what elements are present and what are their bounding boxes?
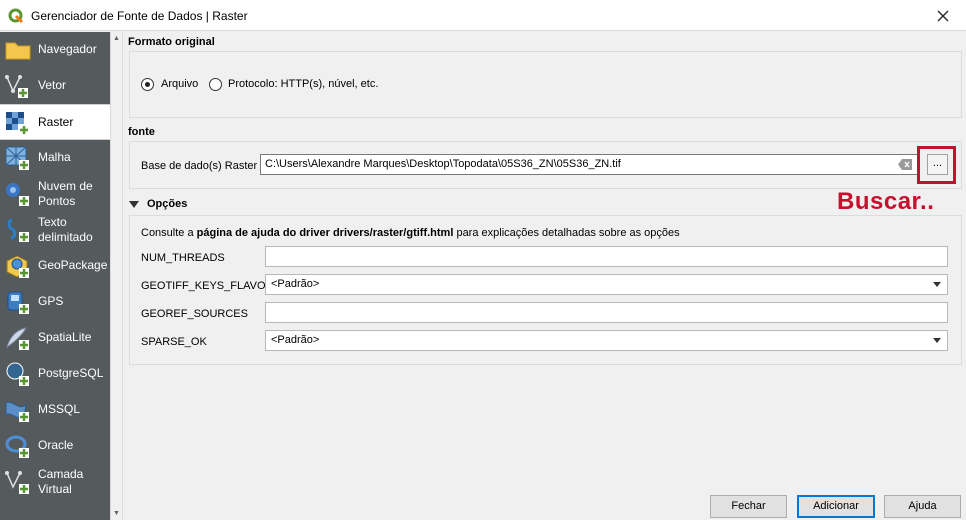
radio-protocol[interactable] — [209, 78, 222, 91]
sidebar-item-nuvem-de-pontos[interactable]: Nuvem de Pontos — [0, 176, 110, 212]
clear-input-icon[interactable] — [898, 159, 912, 170]
point-cloud-icon — [6, 183, 29, 206]
folder-icon — [5, 42, 31, 60]
num-threads-label: NUM_THREADS — [141, 252, 225, 264]
options-header[interactable]: Opções — [129, 198, 249, 212]
geopackage-icon — [6, 255, 29, 278]
sidebar-item-gps[interactable]: GPS — [0, 284, 110, 320]
postgresql-icon — [6, 362, 29, 386]
scroll-down-icon[interactable]: ▼ — [113, 510, 120, 517]
collapse-arrow-icon — [129, 201, 139, 208]
geotiff-keys-flavor-select[interactable]: <Padrão> — [265, 274, 948, 295]
geotiff-keys-flavor-label: GEOTIFF_KEYS_FLAVOR — [141, 280, 274, 292]
source-type-group: Arquivo Protocolo: HTTP(s), núvel, etc. — [129, 51, 962, 118]
radio-file[interactable] — [141, 78, 154, 91]
mesh-icon — [5, 146, 29, 170]
sidebar-item-camada-virtual[interactable]: Camada Virtual — [0, 464, 110, 500]
gps-icon — [7, 291, 29, 314]
sparse-ok-label: SPARSE_OK — [141, 336, 207, 348]
virtual-layer-icon — [5, 471, 29, 494]
mssql-icon — [5, 401, 29, 422]
close-icon — [937, 10, 949, 21]
browse-highlight-box — [917, 146, 956, 184]
window-title: Gerenciador de Fonte de Dados | Raster — [31, 9, 248, 23]
raster-source-panel: Formato original Arquivo Protocolo: HTTP… — [123, 32, 966, 520]
sidebar-item-postgresql[interactable]: PostgreSQL — [0, 356, 110, 392]
num-threads-input[interactable] — [265, 246, 948, 267]
sidebar-item-texto-delimitado[interactable]: Texto delimitado — [0, 212, 110, 248]
chevron-down-icon — [933, 338, 941, 343]
sidebar-item-geopackage[interactable]: GeoPackage — [0, 248, 110, 284]
georef-sources-input[interactable] — [265, 302, 948, 323]
help-button[interactable]: Ajuda — [884, 495, 961, 518]
scroll-up-icon[interactable]: ▲ — [113, 35, 120, 42]
source-group: Base de dado(s) Raster C:\Users\Alexandr… — [129, 141, 962, 189]
qgis-logo-icon — [8, 8, 24, 24]
radio-protocol-label[interactable]: Protocolo: HTTP(s), núvel, etc. — [228, 78, 378, 90]
source-type-title: Formato original — [128, 36, 215, 48]
sidebar-item-oracle[interactable]: Oracle — [0, 428, 110, 464]
sidebar-item-malha[interactable]: Malha — [0, 140, 110, 176]
spatialite-icon — [6, 327, 29, 350]
sparse-ok-select[interactable]: <Padrão> — [265, 330, 948, 351]
close-window-button[interactable] — [920, 0, 966, 31]
options-help-text: Consulte a página de ajuda do driver dri… — [141, 227, 680, 239]
source-title: fonte — [128, 126, 155, 138]
sidebar-item-spatialite[interactable]: SpatiaLite — [0, 320, 110, 356]
sidebar-item-raster[interactable]: Raster — [0, 104, 110, 140]
add-button[interactable]: Adicionar — [797, 495, 875, 518]
oracle-icon — [5, 435, 29, 458]
chevron-down-icon — [933, 282, 941, 287]
options-group: Consulte a página de ajuda do driver dri… — [129, 215, 962, 365]
annotation-text: Buscar.. — [837, 188, 935, 215]
sidebar: Navegador Vetor Raster Malha Nuvem de Po… — [0, 32, 110, 520]
title-bar: Gerenciador de Fonte de Dados | Raster — [0, 0, 966, 31]
options-title: Opções — [147, 198, 188, 210]
sidebar-item-vetor[interactable]: Vetor — [0, 68, 110, 104]
raster-dataset-label: Base de dado(s) Raster — [141, 160, 258, 172]
radio-file-label[interactable]: Arquivo — [161, 78, 198, 90]
raster-icon — [6, 112, 29, 135]
driver-help-link[interactable]: página de ajuda do driver drivers/raster… — [197, 227, 454, 239]
raster-path-input[interactable]: C:\Users\Alexandre Marques\Desktop\Topod… — [260, 154, 920, 175]
vector-icon — [5, 75, 28, 98]
delimited-text-icon — [7, 218, 29, 242]
sidebar-item-mssql[interactable]: MSSQL — [0, 392, 110, 428]
close-button[interactable]: Fechar — [710, 495, 787, 518]
sidebar-scrollbar[interactable]: ▲ ▼ — [110, 32, 123, 520]
georef-sources-label: GEOREF_SOURCES — [141, 308, 248, 320]
sidebar-item-navegador[interactable]: Navegador — [0, 32, 110, 68]
